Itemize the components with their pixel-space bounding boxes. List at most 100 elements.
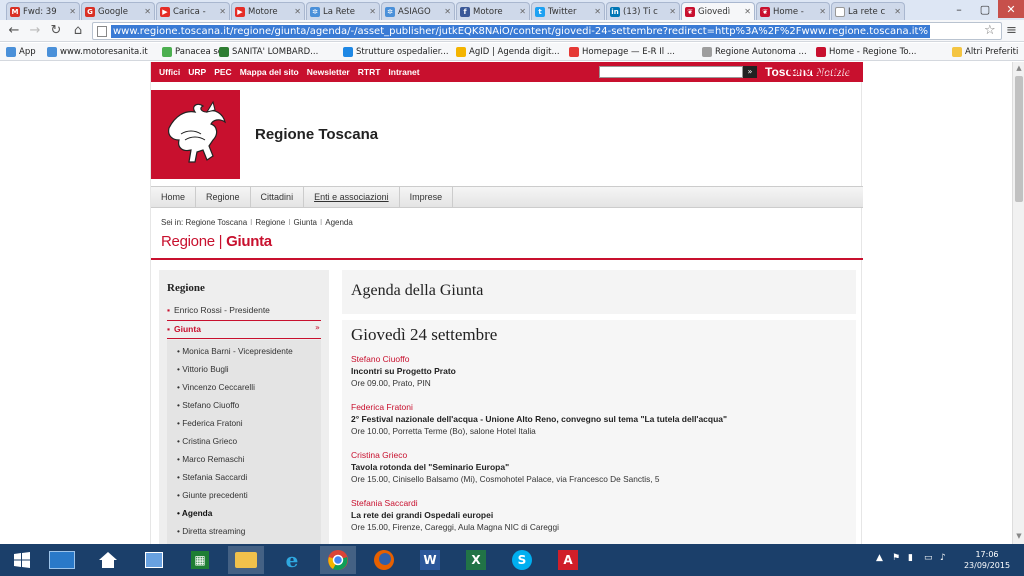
browser-tab[interactable]: M Fwd: 39 ✕ <box>6 2 80 20</box>
event-person[interactable]: Cristina Grieco <box>351 450 407 460</box>
browser-tab[interactable]: G Google ✕ <box>81 2 155 20</box>
bookmark-item[interactable]: Homepage — E-R Il ... <box>569 45 675 59</box>
browser-tab[interactable]: ▶ Motore ✕ <box>231 2 305 20</box>
scrollbar-thumb[interactable] <box>1015 76 1023 202</box>
sidebar-subitem[interactable]: • Stefano Ciuoffo <box>177 400 239 410</box>
breadcrumb-link[interactable]: Regione Toscana <box>185 218 247 227</box>
minimize-button[interactable]: – <box>946 0 972 18</box>
sidebar-subitem[interactable]: • Stefania Saccardi <box>177 472 247 482</box>
browser-tab[interactable]: ✲ ASIAGO ✕ <box>381 2 455 20</box>
browser-tab[interactable]: f Motore ✕ <box>456 2 530 20</box>
tab-close-icon[interactable]: ✕ <box>819 7 826 16</box>
breadcrumb-link[interactable]: Giunta <box>293 218 317 227</box>
sidebar-subitem[interactable]: • Monica Barni - Vicepresidente <box>177 346 293 356</box>
sidebar-subitem[interactable]: • Federica Fratoni <box>177 418 243 428</box>
avira-icon[interactable]: A <box>550 546 586 574</box>
sidebar-subitem[interactable]: • Giunte precedenti <box>177 490 248 500</box>
nav-item[interactable]: Cittadini <box>251 187 305 207</box>
tab-close-icon[interactable]: ✕ <box>669 7 676 16</box>
tab-close-icon[interactable]: ✕ <box>369 7 376 16</box>
excel-icon[interactable]: X <box>458 546 494 574</box>
bookmark-item[interactable]: Altri Preferiti <box>952 45 1018 59</box>
browser-tab[interactable]: La rete c ✕ <box>831 2 905 20</box>
browser-tab[interactable]: ❦ Home - ✕ <box>756 2 830 20</box>
tray-expand-icon[interactable]: ▲ <box>876 553 883 563</box>
sidebar-subitem[interactable]: • Marco Remaschi <box>177 454 244 464</box>
home-app-icon[interactable] <box>90 546 126 574</box>
sidebar-subitem[interactable]: • Vittorio Bugli <box>177 364 229 374</box>
back-icon[interactable]: ← <box>6 23 22 39</box>
nav-item[interactable]: Enti e associazioni <box>304 187 400 207</box>
tab-close-icon[interactable]: ✕ <box>219 7 226 16</box>
bookmark-item[interactable]: Panacea scs <box>162 45 227 59</box>
chrome-menu-icon[interactable]: ≡ <box>1006 23 1017 38</box>
sidebar-subitem[interactable]: • Agenda <box>177 508 212 518</box>
vertical-scrollbar[interactable]: ▲ ▼ <box>1012 62 1024 544</box>
top-link[interactable]: Intranet <box>388 67 419 77</box>
top-link[interactable]: Mappa del sito <box>240 67 299 77</box>
site-title[interactable]: Regione Toscana <box>255 126 378 143</box>
home-icon[interactable]: ⌂ <box>70 23 86 39</box>
chrome-icon[interactable] <box>320 546 356 574</box>
nav-item[interactable]: Home <box>151 187 197 207</box>
nav-item[interactable]: Imprese <box>400 187 454 207</box>
file-explorer-icon[interactable] <box>228 546 264 574</box>
sidebar-subitem[interactable]: • Cristina Grieco <box>177 436 237 446</box>
flag-icon[interactable]: ⚑ <box>892 553 900 563</box>
tab-close-icon[interactable]: ✕ <box>594 7 601 16</box>
top-link[interactable]: PEC <box>214 67 231 77</box>
sidebar-subitem[interactable]: • Vincenzo Ceccarelli <box>177 382 255 392</box>
bookmark-item[interactable]: Strutture ospedalier... <box>343 45 449 59</box>
reload-icon[interactable]: ↻ <box>48 23 64 39</box>
tab-close-icon[interactable]: ✕ <box>294 7 301 16</box>
top-link[interactable]: RTRT <box>358 67 381 77</box>
scroll-up-icon[interactable]: ▲ <box>1015 64 1023 74</box>
tab-close-icon[interactable]: ✕ <box>894 7 901 16</box>
tab-close-icon[interactable]: ✕ <box>69 7 76 16</box>
bookmark-star-icon[interactable]: ☆ <box>984 23 996 38</box>
event-person[interactable]: Federica Fratoni <box>351 402 413 412</box>
event-person[interactable]: Stefano Ciuoffo <box>351 354 409 364</box>
top-link[interactable]: Newsletter <box>307 67 350 77</box>
spreadsheet-app-icon[interactable]: ▦ <box>182 546 218 574</box>
maximize-button[interactable]: ▢ <box>972 0 998 18</box>
firefox-icon[interactable] <box>366 546 402 574</box>
bookmark-item[interactable]: www.motoresanita.it <box>47 45 148 59</box>
nav-item[interactable]: Regione <box>196 187 251 207</box>
internet-explorer-icon[interactable]: e <box>274 546 310 574</box>
regione-toscana-logo[interactable] <box>151 90 240 179</box>
bookmark-item[interactable]: SANITA' LOMBARD... <box>219 45 318 59</box>
browser-tab[interactable]: in (13) Ti c ✕ <box>606 2 680 20</box>
breadcrumb-link[interactable]: Regione <box>255 218 285 227</box>
volume-icon[interactable]: ♪ <box>940 553 946 563</box>
sidebar-item-giunta[interactable]: ▪ Giunta <box>167 324 201 334</box>
store-icon[interactable] <box>136 546 172 574</box>
site-search-input[interactable] <box>599 66 743 78</box>
lenovo-app-icon[interactable] <box>44 546 80 574</box>
browser-tab[interactable]: t Twitter ✕ <box>531 2 605 20</box>
forward-icon[interactable]: → <box>27 23 43 39</box>
system-clock[interactable]: 17:06 23/09/2015 <box>962 549 1012 571</box>
browser-tab[interactable]: ▶ Carica - ✕ <box>156 2 230 20</box>
browser-tab[interactable]: ✲ La Rete ✕ <box>306 2 380 20</box>
tab-close-icon[interactable]: ✕ <box>444 7 451 16</box>
bookmark-item[interactable]: App <box>6 45 36 59</box>
chevron-down-icon[interactable]: » <box>315 323 320 332</box>
sidebar-item-president[interactable]: ▪ Enrico Rossi - Presidente <box>167 305 270 315</box>
scroll-down-icon[interactable]: ▼ <box>1015 532 1023 542</box>
browser-tab[interactable]: ❦ Giovedì ✕ <box>681 2 755 20</box>
tab-close-icon[interactable]: ✕ <box>744 7 751 16</box>
bookmark-item[interactable]: Regione Autonoma ... <box>702 45 807 59</box>
network-icon[interactable]: ▮ <box>908 553 913 563</box>
sidebar-subitem[interactable]: • Diretta streaming <box>177 526 245 536</box>
close-window-button[interactable]: ✕ <box>998 0 1024 18</box>
tab-close-icon[interactable]: ✕ <box>144 7 151 16</box>
event-person[interactable]: Stefania Saccardi <box>351 498 418 508</box>
url-text[interactable]: www.regione.toscana.it/regione/giunta/ag… <box>111 25 930 38</box>
word-icon[interactable]: W <box>412 546 448 574</box>
skype-icon[interactable]: S <box>504 546 540 574</box>
top-link[interactable]: URP <box>188 67 206 77</box>
address-bar[interactable]: www.regione.toscana.it/regione/giunta/ag… <box>92 22 1002 40</box>
bookmark-item[interactable]: Home - Regione To... <box>816 45 917 59</box>
bookmark-item[interactable]: AgID | Agenda digit... <box>456 45 560 59</box>
